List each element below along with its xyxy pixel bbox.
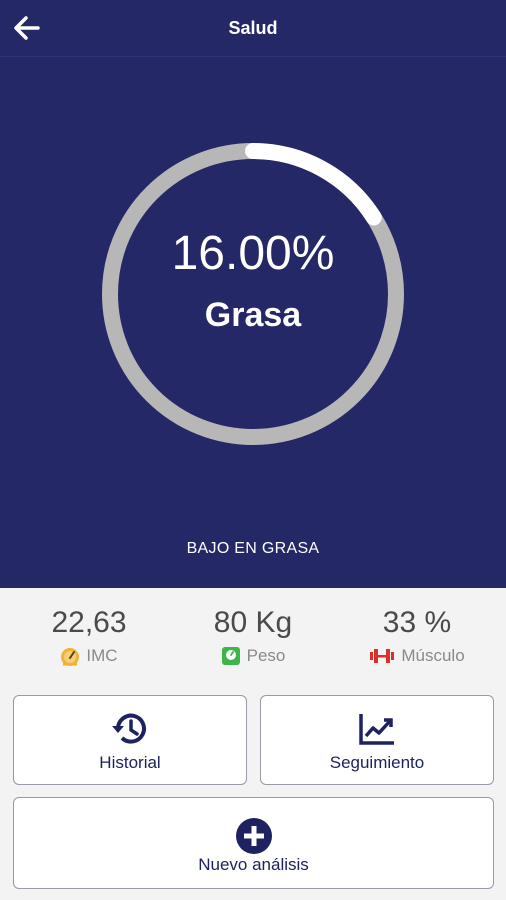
trending-chart-icon [359,714,394,745]
stat-peso: 80 Kg Peso [169,606,337,666]
stat-imc: 22,63 IMC [5,606,173,666]
stat-value: 80 Kg [213,606,293,639]
stat-label: Peso [246,646,286,665]
header-panel: Salud 16.00% Grasa BAJO EN GRASA [0,0,506,588]
fat-percentage: 16.00% [171,227,335,280]
historial-label: Historial [99,753,161,772]
stat-value: 22,63 [51,606,127,639]
scale-icon [221,647,240,665]
seguimiento-button[interactable]: Seguimiento [260,695,494,785]
gauge-icon [61,648,80,666]
historial-button[interactable]: Historial [13,695,247,785]
stat-musculo: 33 % Músculo [333,606,501,666]
nuevo-analisis-label: Nuevo análisis [198,855,309,874]
stat-label: Músculo [401,646,465,665]
stat-value: 33 % [382,606,452,639]
add-circle-icon [235,818,272,854]
stat-label: IMC [86,646,118,665]
fat-label: Grasa [204,296,302,334]
stats-row: 22,63 IMC 80 Kg Peso 33 % Músculo [0,588,506,678]
history-icon [112,713,146,744]
seguimiento-label: Seguimiento [329,753,425,772]
nuevo-analisis-button[interactable]: Nuevo análisis [13,797,494,889]
dumbbell-icon [370,649,395,663]
status-text: BAJO EN GRASA [186,540,320,557]
app-bar: Salud [0,0,506,57]
page-title: Salud [228,18,278,38]
fat-gauge [102,143,404,445]
